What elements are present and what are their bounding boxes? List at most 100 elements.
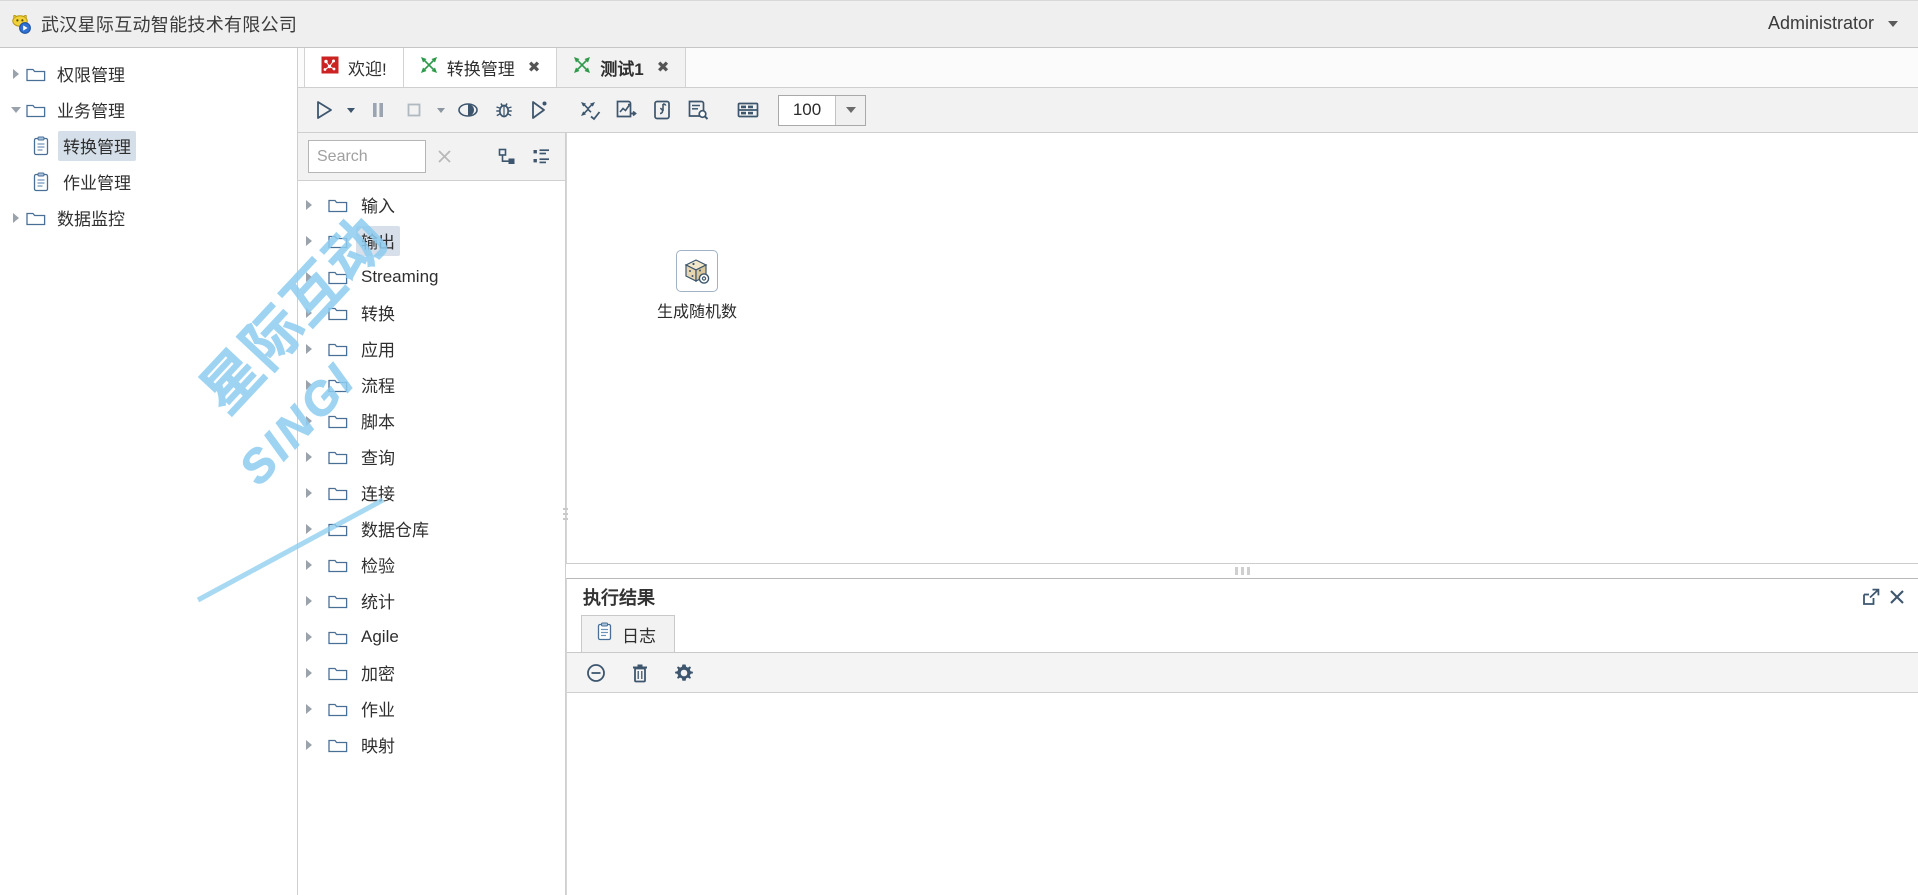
transformation-canvas[interactable]: 生成随机数 xyxy=(566,133,1918,563)
sidebar-item-transform-management[interactable]: 转换管理 xyxy=(0,128,297,164)
clear-x-icon[interactable] xyxy=(428,141,460,173)
minus-circle-icon[interactable] xyxy=(583,660,609,686)
sidebar-item-job-management[interactable]: 作业管理 xyxy=(0,164,297,200)
chevron-right-icon[interactable] xyxy=(306,560,328,570)
database-explore-button[interactable] xyxy=(680,93,716,127)
log-output-area[interactable] xyxy=(567,693,1918,895)
stop-options-caret-icon[interactable] xyxy=(432,93,450,127)
palette-item[interactable]: 脚本 xyxy=(298,403,565,439)
chevron-right-icon[interactable] xyxy=(306,632,328,642)
external-link-icon[interactable] xyxy=(1860,586,1882,608)
palette-item-list[interactable]: 输入 输出 Streaming 转换应用流程 脚本 查询 连接 数据仓库 检验 统计 Agile 加密… xyxy=(298,181,565,895)
palette-item-label: 加密 xyxy=(361,665,395,684)
verify-transform-button[interactable] xyxy=(572,93,608,127)
zoom-control[interactable]: 100 xyxy=(778,94,866,126)
step-palette: 输入输出 Streaming 转换应用流程脚本查询连接数据仓库检验统计 Agile 加密… xyxy=(298,133,568,895)
welcome-icon xyxy=(321,56,339,79)
palette-item[interactable]: 转换 xyxy=(298,295,565,331)
chevron-right-icon[interactable] xyxy=(306,704,328,714)
tree-expand-icon[interactable] xyxy=(491,141,523,173)
trash-icon[interactable] xyxy=(627,660,653,686)
run-options-caret-icon[interactable] xyxy=(342,93,360,127)
grid-button[interactable] xyxy=(730,93,766,127)
zoom-dropdown-button[interactable] xyxy=(835,95,865,125)
chevron-right-icon[interactable] xyxy=(306,416,328,426)
palette-item[interactable]: 应用 xyxy=(298,331,565,367)
chevron-right-icon[interactable] xyxy=(306,200,328,210)
chevron-right-icon[interactable] xyxy=(306,524,328,534)
sidebar-item-label: 转换管理 xyxy=(58,131,136,161)
canvas-column: 生成随机数 执行结果 日志 xyxy=(566,133,1918,895)
palette-item[interactable]: 映射 xyxy=(298,727,565,763)
chevron-down-icon[interactable] xyxy=(6,107,26,113)
palette-item[interactable]: 输出 xyxy=(298,223,565,259)
palette-item[interactable]: 流程 xyxy=(298,367,565,403)
tab-test1[interactable]: 测试1 ✖ xyxy=(557,48,687,87)
pause-button[interactable] xyxy=(360,93,396,127)
palette-item[interactable]: 连接 xyxy=(298,475,565,511)
chevron-right-icon[interactable] xyxy=(306,668,328,678)
palette-item[interactable]: 作业 xyxy=(298,691,565,727)
tree-collapse-icon[interactable] xyxy=(525,141,557,173)
close-icon[interactable] xyxy=(1886,586,1908,608)
folder-icon xyxy=(328,485,356,501)
sidebar-item-data-monitoring[interactable]: 数据监控 xyxy=(0,200,297,236)
chevron-right-icon[interactable] xyxy=(6,69,26,79)
palette-item-label: Agile xyxy=(361,626,399,646)
palette-item[interactable]: 检验 xyxy=(298,547,565,583)
tab-log[interactable]: 日志 xyxy=(581,615,675,652)
zoom-value-input[interactable]: 100 xyxy=(779,95,835,125)
gear-icon[interactable] xyxy=(671,660,697,686)
palette-item-label: 应用 xyxy=(361,341,395,360)
tab-welcome[interactable]: 欢迎! xyxy=(304,48,404,87)
tab-close-icon[interactable]: ✖ xyxy=(657,60,670,75)
sidebar-item-permission-management[interactable]: 权限管理 xyxy=(0,56,297,92)
palette-item[interactable]: 数据仓库 xyxy=(298,511,565,547)
palette-item[interactable]: 查询 xyxy=(298,439,565,475)
run-button[interactable] xyxy=(306,93,342,127)
editor-toolbar: 100 xyxy=(298,88,1918,133)
editor-split: 输入输出 Streaming 转换应用流程脚本查询连接数据仓库检验统计 Agile 加密… xyxy=(298,133,1918,895)
folder-icon xyxy=(328,701,356,717)
tab-transform-management[interactable]: 转换管理 ✖ xyxy=(403,48,558,87)
palette-item[interactable]: 统计 xyxy=(298,583,565,619)
chevron-right-icon[interactable] xyxy=(306,380,328,390)
run-step-button[interactable] xyxy=(522,93,558,127)
chevron-right-icon[interactable] xyxy=(306,236,328,246)
canvas-node-random-number[interactable]: 生成随机数 xyxy=(637,250,757,322)
log-tab-filler xyxy=(675,615,1918,652)
chevron-right-icon[interactable] xyxy=(306,344,328,354)
chevron-right-icon[interactable] xyxy=(306,488,328,498)
stop-button[interactable] xyxy=(396,93,432,127)
palette-item[interactable]: 加密 xyxy=(298,655,565,691)
palette-item-label: 映射 xyxy=(361,737,395,756)
sidebar-item-business-management[interactable]: 业务管理 xyxy=(0,92,297,128)
chevron-right-icon[interactable] xyxy=(6,213,26,223)
tab-strip-filler xyxy=(686,48,1918,87)
debug-button[interactable] xyxy=(486,93,522,127)
chevron-down-icon[interactable] xyxy=(1888,20,1898,27)
sql-button[interactable] xyxy=(644,93,680,127)
folder-icon xyxy=(328,665,356,681)
sidebar-item-label: 权限管理 xyxy=(57,66,125,85)
search-input[interactable] xyxy=(308,140,426,173)
horizontal-splitter[interactable] xyxy=(566,563,1918,578)
chevron-right-icon[interactable] xyxy=(306,452,328,462)
transform-icon xyxy=(573,56,591,79)
chevron-right-icon[interactable] xyxy=(306,740,328,750)
tab-label: 欢迎! xyxy=(348,60,387,79)
preview-button[interactable] xyxy=(450,93,486,127)
user-menu[interactable]: Administrator xyxy=(1768,13,1904,34)
analyze-impact-button[interactable] xyxy=(608,93,644,127)
chevron-right-icon[interactable] xyxy=(306,308,328,318)
application-window: 武汉星际互动智能技术有限公司 Administrator 权限管理 业务管理 转… xyxy=(0,0,1918,895)
chevron-right-icon[interactable] xyxy=(306,272,328,282)
palette-splitter-handle[interactable] xyxy=(563,508,568,520)
tab-close-icon[interactable]: ✖ xyxy=(528,60,541,75)
panel-actions xyxy=(1860,586,1908,608)
chevron-right-icon[interactable] xyxy=(306,596,328,606)
tab-label: 转换管理 xyxy=(446,60,515,79)
palette-item[interactable]: Agile xyxy=(298,619,565,655)
palette-item[interactable]: 输入 xyxy=(298,187,565,223)
palette-item[interactable]: Streaming xyxy=(298,259,565,295)
